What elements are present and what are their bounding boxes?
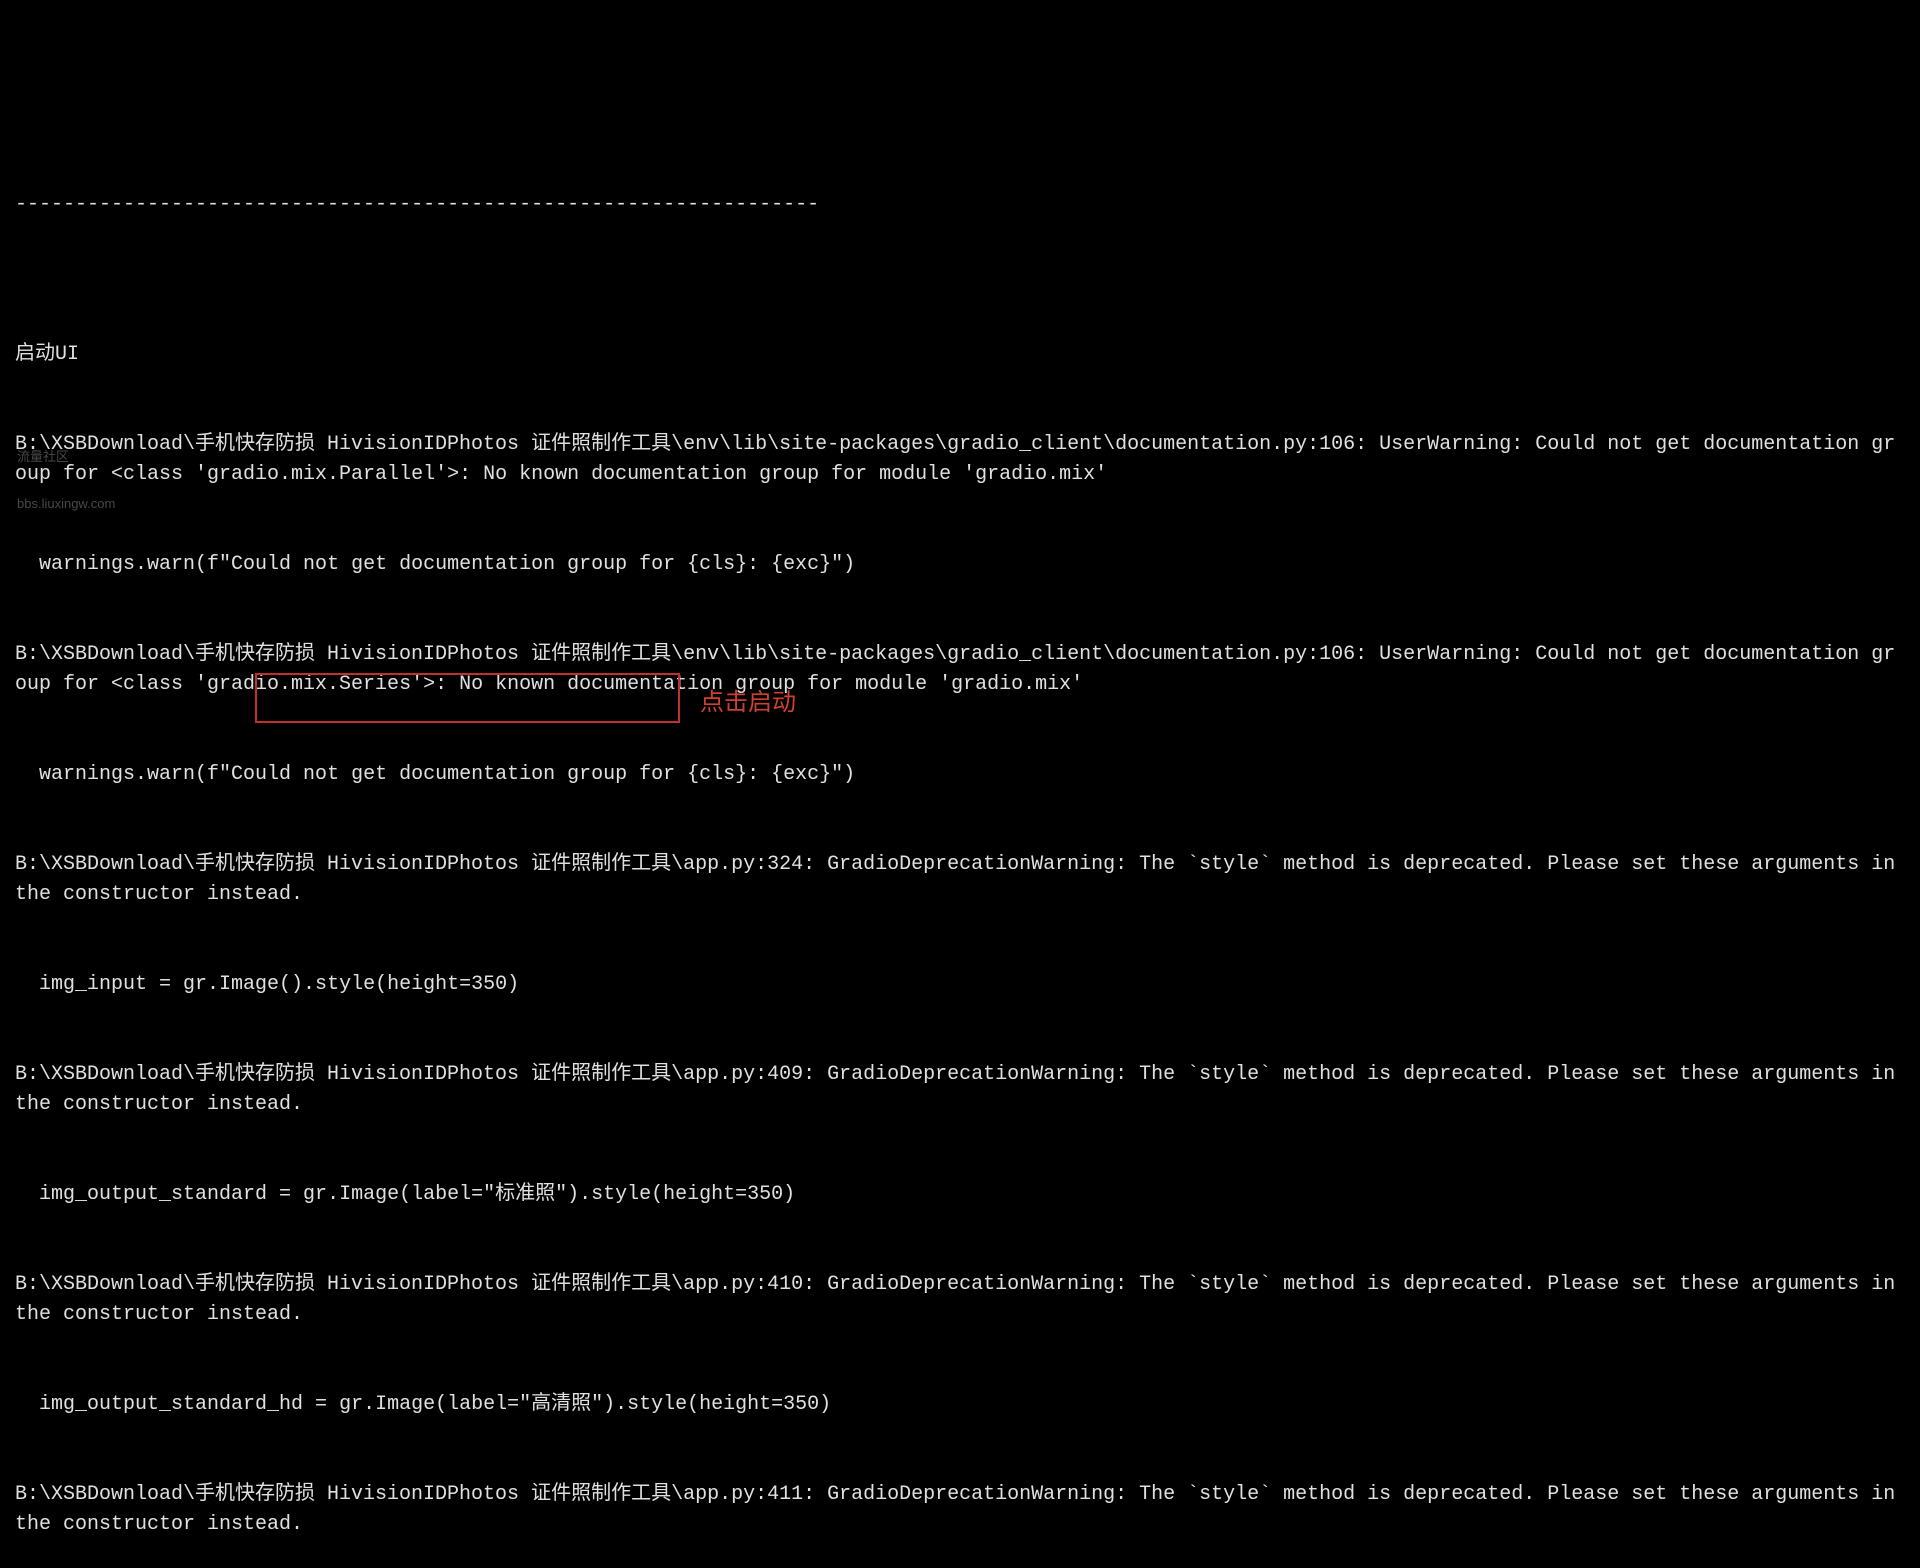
terminal-line: B:\XSBDownload\手机快存防损 HivisionIDPhotos 证… <box>15 1060 1905 1120</box>
terminal-line: B:\XSBDownload\手机快存防损 HivisionIDPhotos 证… <box>15 1270 1905 1330</box>
terminal-line: B:\XSBDownload\手机快存防损 HivisionIDPhotos 证… <box>15 640 1905 700</box>
terminal-line: img_input = gr.Image().style(height=350) <box>15 970 1905 1000</box>
terminal-line: 启动UI <box>15 340 1905 370</box>
terminal-line: warnings.warn(f"Could not get documentat… <box>15 550 1905 580</box>
terminal-line: B:\XSBDownload\手机快存防损 HivisionIDPhotos 证… <box>15 1480 1905 1540</box>
terminal-line: ----------------------------------------… <box>15 190 1905 220</box>
terminal-line: B:\XSBDownload\手机快存防损 HivisionIDPhotos 证… <box>15 850 1905 910</box>
terminal-window: ----------------------------------------… <box>15 130 1905 1568</box>
terminal-line: img_output_standard = gr.Image(label="标准… <box>15 1180 1905 1210</box>
terminal-line: warnings.warn(f"Could not get documentat… <box>15 760 1905 790</box>
watermark-line2: bbs.liuxingw.com <box>17 496 115 512</box>
terminal-line: img_output_standard_hd = gr.Image(label=… <box>15 1390 1905 1420</box>
terminal-line: B:\XSBDownload\手机快存防损 HivisionIDPhotos 证… <box>15 430 1905 490</box>
